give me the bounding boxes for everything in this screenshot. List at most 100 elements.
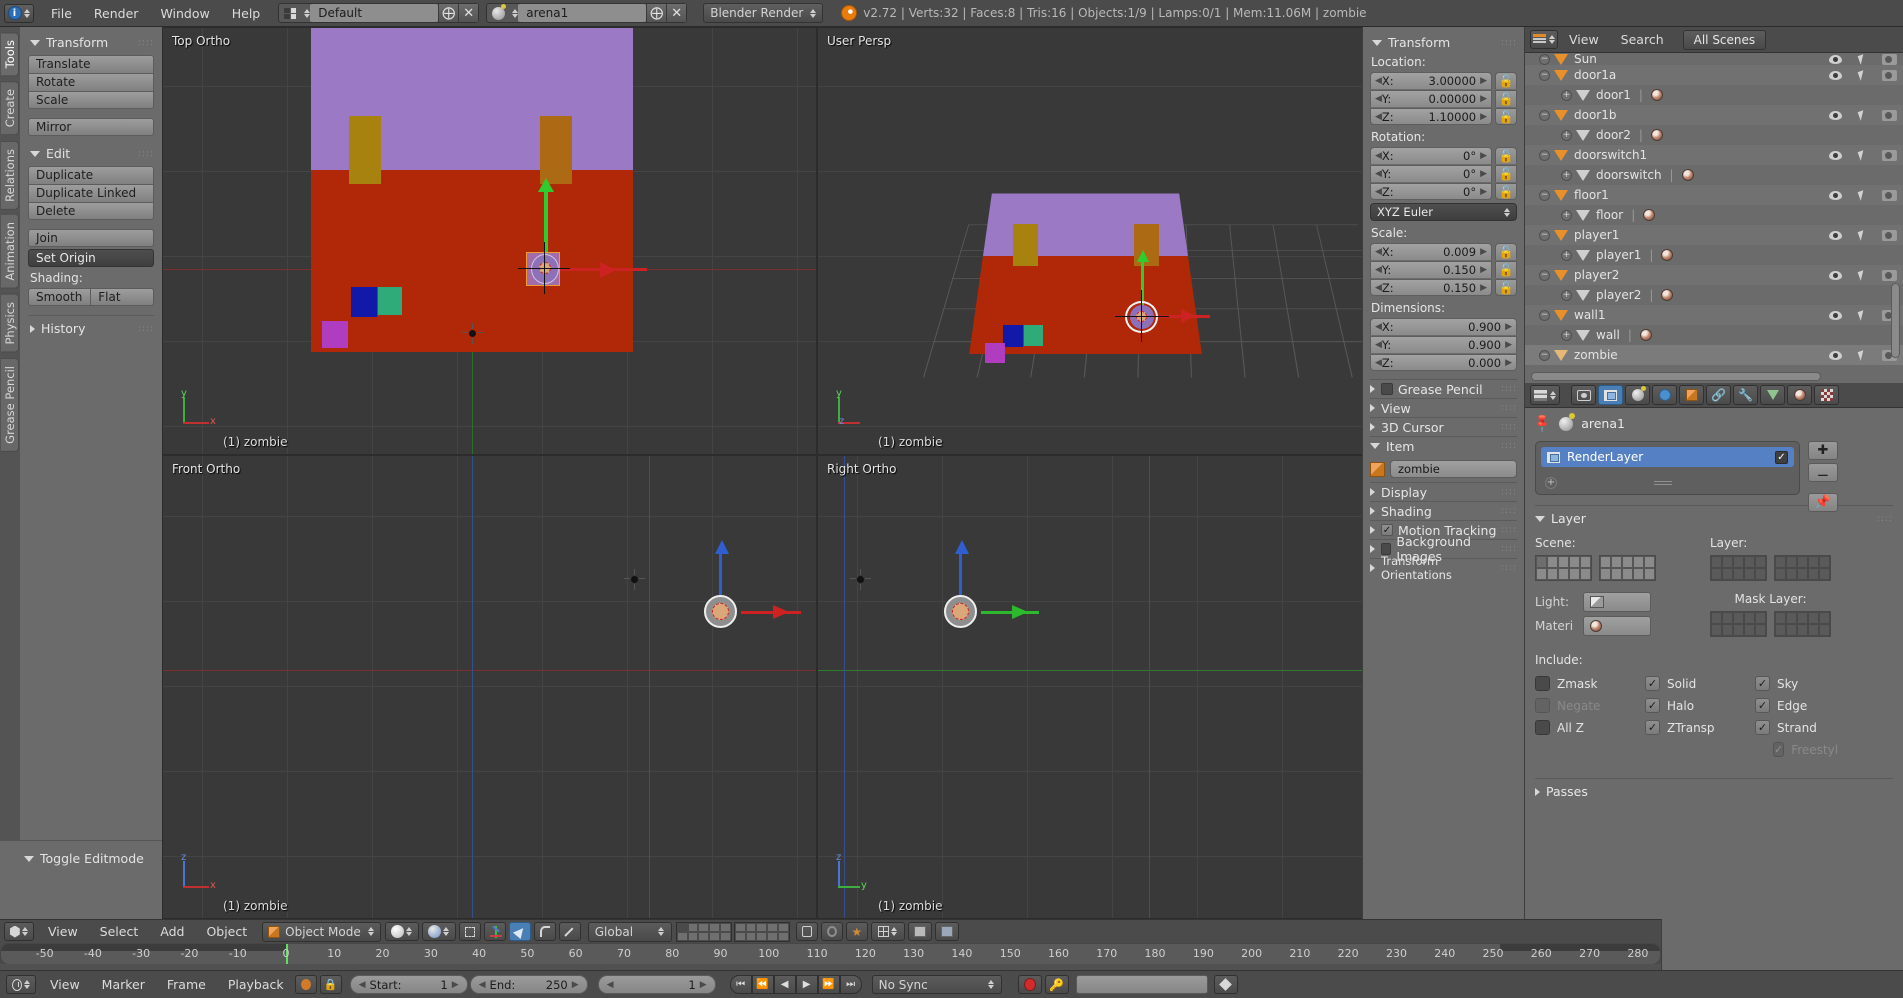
delete-scene-button[interactable]: ✕: [666, 4, 686, 22]
ztransp-checkbox[interactable]: ✓: [1645, 720, 1660, 735]
keying-set-field[interactable]: [1076, 975, 1208, 994]
next-keyframe-button[interactable]: ⏩: [818, 975, 840, 994]
snap-during-transform-toggle[interactable]: [459, 922, 481, 941]
editor-type-spinner[interactable]: [24, 980, 30, 989]
renderability-camera-icon[interactable]: [1882, 150, 1897, 161]
collapse-toggle-icon[interactable]: −: [1539, 230, 1550, 241]
screen-layout-name[interactable]: Default: [310, 4, 438, 22]
passes-panel-header[interactable]: Passes: [1535, 778, 1893, 799]
object-name-field[interactable]: zombie: [1390, 460, 1517, 478]
location-x-row[interactable]: ◀X:3.00000▶ 🔓: [1370, 72, 1517, 89]
tl-menu-playback[interactable]: Playback: [217, 971, 295, 998]
menu-window[interactable]: Window: [149, 0, 220, 27]
selectability-cursor-icon[interactable]: [1858, 270, 1867, 281]
scene-selector[interactable]: arena1 ⨁ ✕: [486, 3, 687, 23]
orientation-spinner[interactable]: [658, 927, 665, 936]
menu-render[interactable]: Render: [83, 0, 150, 27]
scale-button[interactable]: Scale: [28, 91, 154, 109]
play-reverse-button[interactable]: ◀: [774, 975, 796, 994]
dim-y-value[interactable]: 0.900: [1468, 338, 1501, 352]
scene-layer-grid-1[interactable]: [1535, 555, 1592, 581]
render-engine-selector[interactable]: Blender Render: [703, 3, 823, 23]
insert-keyframe-button[interactable]: [1214, 975, 1238, 994]
selectability-cursor-icon[interactable]: [1858, 190, 1867, 201]
tl-menu-view[interactable]: View: [39, 971, 91, 998]
tab-grease-pencil[interactable]: Grease Pencil: [1, 358, 19, 452]
manipulator-y-arrow[interactable]: [1012, 605, 1028, 619]
pin-render-layer-button[interactable]: 📌: [1808, 493, 1838, 512]
lock-layers-toggle[interactable]: [796, 922, 818, 941]
include-strand[interactable]: ✓Strand: [1755, 720, 1837, 735]
outliner-horizontal-scrollbar[interactable]: [1531, 372, 1821, 381]
renderability-camera-icon[interactable]: [1882, 110, 1897, 121]
selectability-cursor-icon[interactable]: [1858, 230, 1867, 241]
tab-world-icon[interactable]: [1652, 385, 1677, 405]
tab-modifiers-icon[interactable]: 🔧: [1733, 385, 1758, 405]
material-ball-icon[interactable]: [1682, 169, 1694, 181]
render-opengl-animation-button[interactable]: [935, 922, 959, 941]
grip-handle[interactable]: [1654, 481, 1672, 485]
editor-type-spinner[interactable]: [1549, 391, 1556, 400]
outliner-row-player1[interactable]: −player1: [1525, 225, 1903, 245]
join-button[interactable]: Join: [28, 229, 154, 247]
layer-grid-1[interactable]: [1710, 555, 1767, 581]
layout-spinner[interactable]: [303, 9, 310, 18]
vp-menu-add[interactable]: Add: [149, 920, 195, 944]
visibility-eye-icon[interactable]: [1829, 71, 1842, 80]
outliner-vertical-scrollbar[interactable]: [1891, 283, 1900, 358]
tab-material-icon[interactable]: [1787, 385, 1812, 405]
snap-spinner[interactable]: [891, 927, 898, 936]
outliner-tree[interactable]: −Sun−door1a+door1|−door1b+door2|−doorswi…: [1525, 53, 1903, 371]
translate-button[interactable]: Translate: [28, 55, 154, 73]
snap-magnet-icon[interactable]: ★: [846, 922, 868, 941]
outliner-menu-view[interactable]: View: [1558, 27, 1610, 53]
interaction-mode-selector[interactable]: Object Mode: [262, 922, 381, 942]
collapse-toggle-icon[interactable]: −: [1539, 70, 1550, 81]
outliner-row-player2[interactable]: +player2|: [1525, 285, 1903, 305]
remove-render-layer-button[interactable]: ⚊: [1808, 463, 1838, 482]
outliner-row-door2[interactable]: +door2|: [1525, 125, 1903, 145]
solid-checkbox[interactable]: ✓: [1645, 676, 1660, 691]
edit-panel-header[interactable]: Edit ::::: [30, 146, 154, 161]
duplicate-button[interactable]: Duplicate: [28, 166, 154, 184]
tab-relations[interactable]: Relations: [1, 141, 19, 210]
delete-layout-button[interactable]: ✕: [458, 4, 478, 22]
manipulator-z-arrow[interactable]: [955, 540, 969, 554]
timeline-ruler[interactable]: -50-40-30-20-100102030405060708090100110…: [0, 943, 1661, 965]
outliner-row-floor[interactable]: +floor|: [1525, 205, 1903, 225]
renderability-camera-icon[interactable]: [1882, 54, 1897, 65]
renderability-camera-icon[interactable]: [1882, 190, 1897, 201]
manipulator-y-axis[interactable]: [981, 611, 1039, 614]
material-ball-icon[interactable]: [1643, 209, 1655, 221]
manipulator-x-arrow[interactable]: [773, 605, 789, 619]
section-item[interactable]: Item ::::: [1370, 436, 1517, 455]
selectability-cursor-icon[interactable]: [1858, 350, 1867, 361]
tab-physics[interactable]: Physics: [1, 294, 19, 353]
selectability-cursor-icon[interactable]: [1858, 310, 1867, 321]
properties-editor-type-icon[interactable]: [1530, 385, 1560, 405]
manipulator-y-arrow[interactable]: [538, 178, 554, 192]
tab-texture-icon[interactable]: [1814, 385, 1839, 405]
tab-render-layers-icon[interactable]: [1598, 385, 1623, 405]
tab-object-icon[interactable]: [1679, 385, 1704, 405]
outliner-row-sun[interactable]: −Sun: [1525, 53, 1903, 65]
material-ball-icon[interactable]: [1661, 249, 1673, 261]
keyframe-lock-toggle[interactable]: 🔒: [320, 975, 342, 994]
outliner-row-door1a[interactable]: −door1a: [1525, 65, 1903, 85]
outliner-row-player1[interactable]: +player1|: [1525, 245, 1903, 265]
expand-toggle-icon[interactable]: +: [1561, 250, 1572, 261]
section-transform-orientations[interactable]: Transform Orientations ::::: [1370, 558, 1517, 577]
outliner-display-mode[interactable]: All Scenes: [1683, 30, 1767, 50]
render-layer-enabled-checkbox[interactable]: ✓: [1775, 451, 1788, 464]
outliner-row-door1b[interactable]: −door1b: [1525, 105, 1903, 125]
manipulator-x-arrow[interactable]: [600, 262, 616, 278]
tab-scene-icon[interactable]: [1625, 385, 1650, 405]
sky-checkbox[interactable]: ✓: [1755, 676, 1770, 691]
section-display[interactable]: Display ::::: [1370, 482, 1517, 501]
renderability-camera-icon[interactable]: [1882, 270, 1897, 281]
end-frame-field[interactable]: ◀ End: 250 ▶: [470, 975, 588, 994]
allz-checkbox[interactable]: [1535, 720, 1550, 735]
add-scene-button[interactable]: ⨁: [646, 4, 666, 22]
dim-y-row[interactable]: ◀Y:0.900▶: [1370, 336, 1517, 353]
sync-spinner[interactable]: [988, 980, 995, 989]
